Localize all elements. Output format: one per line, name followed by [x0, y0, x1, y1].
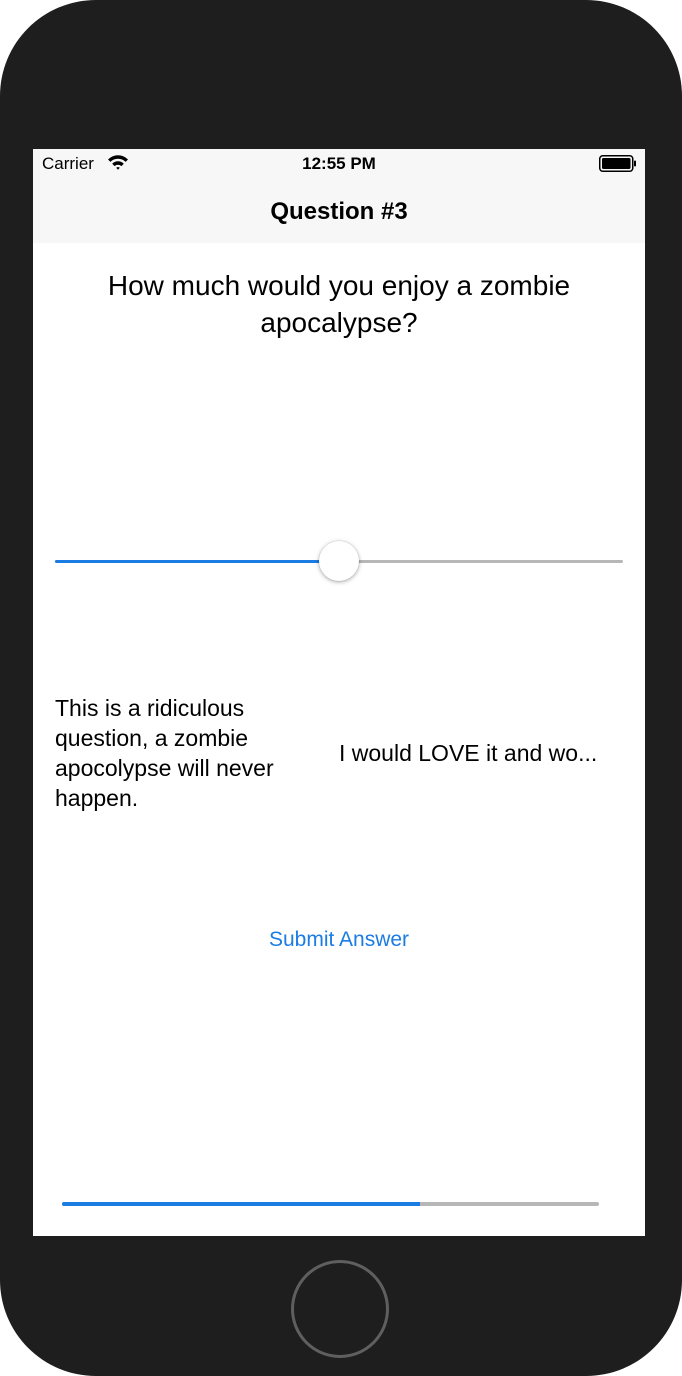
battery-icon — [599, 155, 636, 172]
slider-max-label: I would LOVE it and wo... — [339, 740, 598, 766]
progress-fill — [62, 1202, 421, 1206]
nav-title: Question #3 — [270, 198, 408, 225]
slider-min-label: This is a ridiculous question, a zombie … — [55, 695, 274, 811]
status-bar: Carrier 12:55 PM — [33, 149, 645, 179]
slider-fill — [55, 560, 339, 563]
device-frame: Carrier 12:55 PM Question #3 How much wo… — [0, 0, 682, 1376]
clock: 12:55 PM — [302, 154, 376, 173]
screen: Carrier 12:55 PM Question #3 How much wo… — [33, 149, 645, 1236]
quiz-progress-bar — [62, 1202, 599, 1206]
submit-answer-button[interactable]: Submit Answer — [33, 928, 645, 952]
home-button-icon[interactable] — [291, 1260, 389, 1358]
slider-thumb[interactable] — [319, 541, 359, 581]
question-text: How much would you enjoy a zombie apocal… — [107, 270, 571, 338]
navigation-bar: Question #3 — [33, 179, 645, 243]
answer-slider[interactable] — [55, 537, 623, 587]
